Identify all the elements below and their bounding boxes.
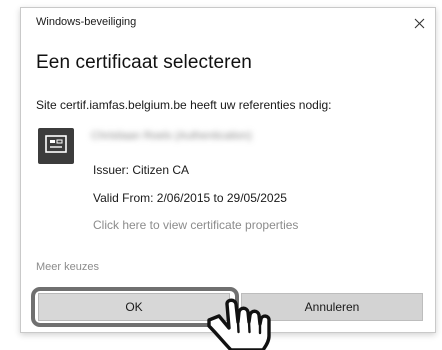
more-choices-link[interactable]: Meer keuzes xyxy=(36,261,99,273)
dialog-heading: Een certificaat selecteren xyxy=(36,52,252,73)
certificate-card-icon xyxy=(38,128,74,164)
security-dialog: Windows-beveiliging Een certificaat sele… xyxy=(20,7,436,350)
certificate-issuer: Issuer: Citizen CA xyxy=(93,163,190,177)
ok-button[interactable]: OK xyxy=(38,293,230,321)
certificate-validity: Valid From: 2/06/2015 to 29/05/2025 xyxy=(93,191,287,205)
site-message: Site certif.iamfas.belgium.be heeft uw r… xyxy=(36,98,332,112)
close-icon xyxy=(414,18,424,28)
close-button[interactable] xyxy=(407,12,431,34)
pointing-hand-icon xyxy=(207,298,271,350)
certificate-name[interactable]: Christiaan Roels (Authentication) xyxy=(91,130,251,142)
certificate-properties-link[interactable]: Click here to view certificate propertie… xyxy=(93,218,298,232)
title-bar: Windows-beveiliging xyxy=(21,8,435,38)
window-title: Windows-beveiliging xyxy=(36,16,137,28)
